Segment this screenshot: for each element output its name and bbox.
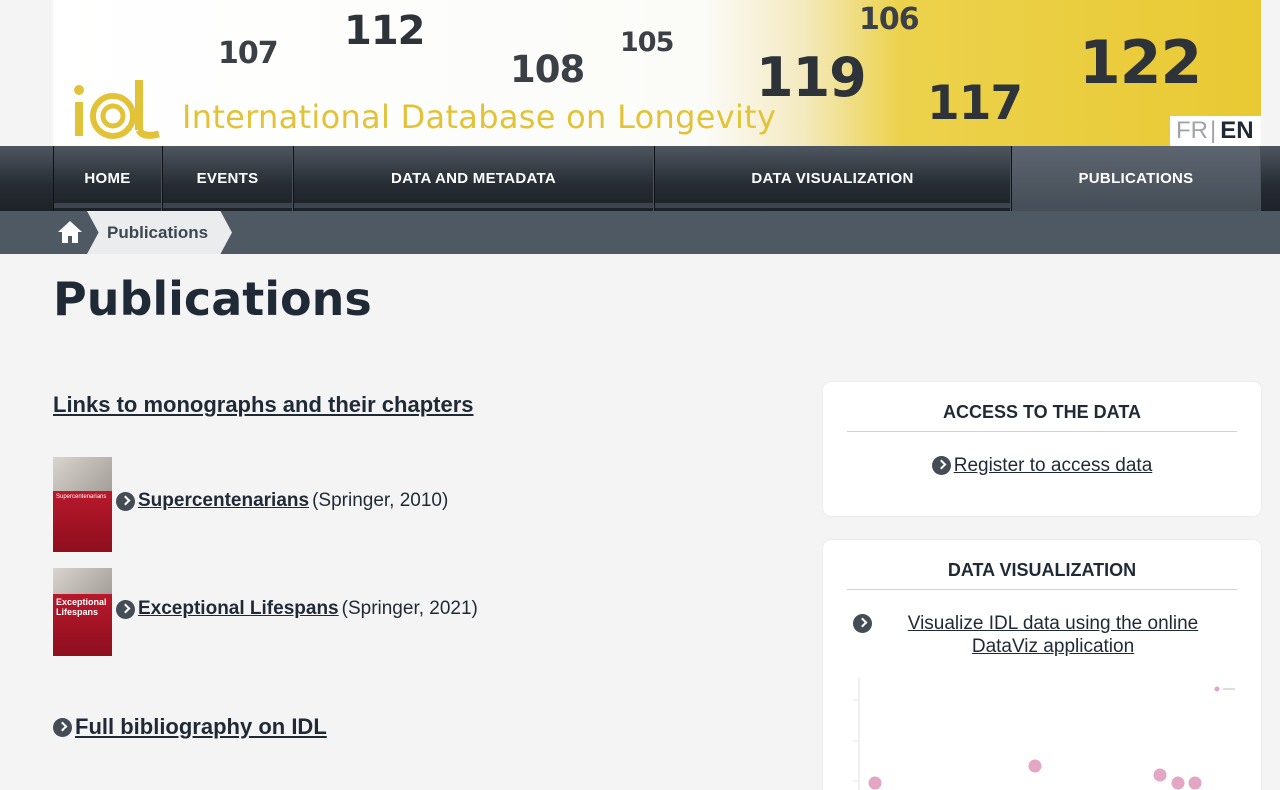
- book-cover-exceptional-lifespans[interactable]: Exceptional Lifespans: [53, 568, 112, 656]
- book-link[interactable]: Supercentenarians: [138, 490, 309, 512]
- register-link[interactable]: Register to access data: [954, 454, 1153, 477]
- banner-number: 106: [859, 2, 920, 37]
- access-data-card: ACCESS TO THE DATA Register to access da…: [823, 382, 1261, 516]
- banner-number: 107: [218, 36, 279, 71]
- home-icon[interactable]: [57, 220, 83, 244]
- chevron-right-icon: [853, 614, 872, 633]
- banner-number: 112: [344, 8, 425, 54]
- book-cover-title: Supercentenarians: [53, 491, 112, 552]
- book-cover-supercentenarians[interactable]: Supercentenarians: [53, 457, 112, 552]
- monographs-link[interactable]: Links to monographs and their chapters: [53, 392, 474, 418]
- main-nav: HOME EVENTS DATA AND METADATA DATA VISUA…: [0, 146, 1280, 211]
- chevron-right-icon: [931, 456, 951, 475]
- book-cover-title: Exceptional Lifespans: [53, 594, 112, 656]
- book-entry-exceptional-lifespans: Exceptional Lifespans (Springer, 2021): [116, 598, 478, 620]
- lang-fr-link[interactable]: FR: [1176, 117, 1208, 145]
- book-entry-supercentenarians: Supercentenarians (Springer, 2010): [116, 490, 448, 512]
- breadcrumb: Publications: [0, 211, 1280, 254]
- idl-logo-icon: [74, 80, 160, 139]
- dataviz-link[interactable]: Visualize IDL data using the online Data…: [875, 612, 1231, 658]
- nav-events[interactable]: EVENTS: [162, 146, 293, 211]
- nav-data-and-metadata[interactable]: DATA AND METADATA: [293, 146, 654, 211]
- nav-publications[interactable]: PUBLICATIONS: [1011, 146, 1261, 211]
- chevron-right-icon: [116, 599, 135, 619]
- card-heading: DATA VISUALIZATION: [847, 540, 1237, 590]
- data-visualization-card: DATA VISUALIZATION Visualize IDL data us…: [823, 540, 1261, 790]
- book-detail: (Springer, 2021): [341, 598, 478, 619]
- card-heading: ACCESS TO THE DATA: [847, 382, 1237, 432]
- full-bibliography-link[interactable]: Full bibliography on IDL: [75, 714, 327, 740]
- banner-number: 108: [510, 48, 585, 91]
- chevron-right-icon: [116, 491, 135, 511]
- page-title: Publications: [53, 272, 372, 326]
- banner-number: 122: [1079, 28, 1202, 98]
- full-bibliography: Full bibliography on IDL: [53, 714, 327, 740]
- nav-home[interactable]: HOME: [53, 146, 162, 211]
- lang-en-link[interactable]: EN: [1220, 117, 1253, 145]
- banner-number: 105: [620, 27, 674, 58]
- site-title: International Database on Longevity: [182, 98, 777, 136]
- banner-number: 117: [927, 76, 1023, 131]
- book-link[interactable]: Exceptional Lifespans: [138, 598, 339, 620]
- book-detail: (Springer, 2010): [312, 490, 449, 511]
- nav-data-visualization[interactable]: DATA VISUALIZATION: [654, 146, 1011, 211]
- breadcrumb-current: Publications: [87, 211, 232, 254]
- language-switcher: FR | EN: [1170, 116, 1261, 146]
- chevron-right-icon: [53, 717, 72, 737]
- dataviz-preview-chart[interactable]: [843, 675, 1241, 790]
- lang-separator: |: [1210, 117, 1217, 144]
- site-banner: 107 112 108 105 119 106 117 122 Internat…: [53, 0, 1261, 146]
